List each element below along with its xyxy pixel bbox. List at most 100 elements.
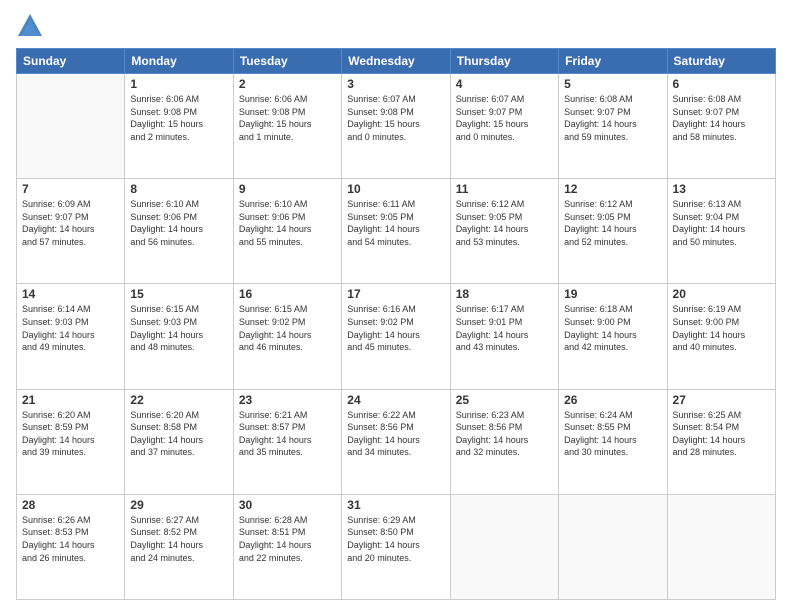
day-number: 2 (239, 77, 336, 91)
calendar-cell: 29Sunrise: 6:27 AM Sunset: 8:52 PM Dayli… (125, 494, 233, 599)
calendar-cell: 1 Sunrise: 6:06 AM Sunset: 9:08 PM Daylig… (125, 74, 233, 179)
calendar-cell: 2 Sunrise: 6:06 AM Sunset: 9:08 PM Daylig… (233, 74, 341, 179)
day-number: 3 (347, 77, 444, 91)
calendar-cell: 9 Sunrise: 6:10 AM Sunset: 9:06 PM Daylig… (233, 179, 341, 284)
calendar-cell: 24 Sunrise: 6:22 AM Sunset: 8:56 PM Dayli… (342, 389, 450, 494)
calendar-table: SundayMondayTuesdayWednesdayThursdayFrid… (16, 48, 776, 600)
col-header-tuesday: Tuesday (233, 49, 341, 74)
week-row-1: 1 Sunrise: 6:06 AM Sunset: 9:08 PM Daylig… (17, 74, 776, 179)
calendar-cell: 16Sunrise: 6:15 AM Sunset: 9:02 PM Dayli… (233, 284, 341, 389)
day-info: Sunrise: 6:09 AM Sunset: 9:07 PM Dayligh… (22, 198, 119, 248)
day-info: Sunrise: 6:26 AM Sunset: 8:53 PM Dayligh… (22, 514, 119, 564)
day-number: 18 (456, 287, 553, 301)
calendar-cell (450, 494, 558, 599)
calendar-cell (559, 494, 667, 599)
day-number: 25 (456, 393, 553, 407)
calendar-cell: 3 Sunrise: 6:07 AM Sunset: 9:08 PM Daylig… (342, 74, 450, 179)
day-info: Sunrise: 6:07 AM Sunset: 9:07 PM Dayligh… (456, 93, 553, 143)
calendar-cell: 23Sunrise: 6:21 AM Sunset: 8:57 PM Dayli… (233, 389, 341, 494)
col-header-friday: Friday (559, 49, 667, 74)
calendar-cell: 26Sunrise: 6:24 AM Sunset: 8:55 PM Dayli… (559, 389, 667, 494)
week-row-3: 14 Sunrise: 6:14 AM Sunset: 9:03 PM Dayli… (17, 284, 776, 389)
day-info: Sunrise: 6:15 AM Sunset: 9:03 PM Dayligh… (130, 303, 227, 353)
calendar-cell: 5 Sunrise: 6:08 AM Sunset: 9:07 PM Daylig… (559, 74, 667, 179)
day-info: Sunrise: 6:10 AM Sunset: 9:06 PM Dayligh… (239, 198, 336, 248)
calendar-cell: 12 Sunrise: 6:12 AM Sunset: 9:05 PM Dayli… (559, 179, 667, 284)
logo (16, 12, 48, 40)
day-number: 12 (564, 182, 661, 196)
day-info: Sunrise: 6:11 AM Sunset: 9:05 PM Dayligh… (347, 198, 444, 248)
day-info: Sunrise: 6:25 AM Sunset: 8:54 PM Dayligh… (673, 409, 770, 459)
day-info: Sunrise: 6:14 AM Sunset: 9:03 PM Dayligh… (22, 303, 119, 353)
day-number: 24 (347, 393, 444, 407)
day-number: 11 (456, 182, 553, 196)
calendar-page: SundayMondayTuesdayWednesdayThursdayFrid… (0, 0, 792, 612)
col-header-thursday: Thursday (450, 49, 558, 74)
day-number: 16 (239, 287, 336, 301)
day-number: 22 (130, 393, 227, 407)
day-number: 17 (347, 287, 444, 301)
col-header-saturday: Saturday (667, 49, 775, 74)
calendar-cell: 4 Sunrise: 6:07 AM Sunset: 9:07 PM Daylig… (450, 74, 558, 179)
calendar-cell: 6 Sunrise: 6:08 AM Sunset: 9:07 PM Daylig… (667, 74, 775, 179)
day-number: 14 (22, 287, 119, 301)
calendar-cell: 18 Sunrise: 6:17 AM Sunset: 9:01 PM Dayli… (450, 284, 558, 389)
calendar-cell: 30Sunrise: 6:28 AM Sunset: 8:51 PM Dayli… (233, 494, 341, 599)
day-number: 8 (130, 182, 227, 196)
day-info: Sunrise: 6:23 AM Sunset: 8:56 PM Dayligh… (456, 409, 553, 459)
calendar-cell: 21 Sunrise: 6:20 AM Sunset: 8:59 PM Dayli… (17, 389, 125, 494)
day-number: 31 (347, 498, 444, 512)
calendar-cell: 10Sunrise: 6:11 AM Sunset: 9:05 PM Dayli… (342, 179, 450, 284)
calendar-cell: 27 Sunrise: 6:25 AM Sunset: 8:54 PM Dayli… (667, 389, 775, 494)
week-row-4: 21 Sunrise: 6:20 AM Sunset: 8:59 PM Dayli… (17, 389, 776, 494)
day-info: Sunrise: 6:19 AM Sunset: 9:00 PM Dayligh… (673, 303, 770, 353)
day-number: 13 (673, 182, 770, 196)
calendar-cell: 14 Sunrise: 6:14 AM Sunset: 9:03 PM Dayli… (17, 284, 125, 389)
day-number: 20 (673, 287, 770, 301)
day-info: Sunrise: 6:06 AM Sunset: 9:08 PM Dayligh… (239, 93, 336, 143)
day-info: Sunrise: 6:12 AM Sunset: 9:05 PM Dayligh… (456, 198, 553, 248)
day-info: Sunrise: 6:27 AM Sunset: 8:52 PM Dayligh… (130, 514, 227, 564)
day-number: 5 (564, 77, 661, 91)
day-info: Sunrise: 6:22 AM Sunset: 8:56 PM Dayligh… (347, 409, 444, 459)
day-number: 1 (130, 77, 227, 91)
day-number: 21 (22, 393, 119, 407)
day-info: Sunrise: 6:17 AM Sunset: 9:01 PM Dayligh… (456, 303, 553, 353)
day-info: Sunrise: 6:08 AM Sunset: 9:07 PM Dayligh… (564, 93, 661, 143)
logo-icon (16, 12, 44, 40)
calendar-cell: 8 Sunrise: 6:10 AM Sunset: 9:06 PM Daylig… (125, 179, 233, 284)
day-info: Sunrise: 6:16 AM Sunset: 9:02 PM Dayligh… (347, 303, 444, 353)
calendar-cell: 31Sunrise: 6:29 AM Sunset: 8:50 PM Dayli… (342, 494, 450, 599)
calendar-cell (17, 74, 125, 179)
day-number: 15 (130, 287, 227, 301)
day-info: Sunrise: 6:10 AM Sunset: 9:06 PM Dayligh… (130, 198, 227, 248)
day-info: Sunrise: 6:07 AM Sunset: 9:08 PM Dayligh… (347, 93, 444, 143)
header (16, 12, 776, 40)
calendar-cell: 20 Sunrise: 6:19 AM Sunset: 9:00 PM Dayli… (667, 284, 775, 389)
day-info: Sunrise: 6:20 AM Sunset: 8:58 PM Dayligh… (130, 409, 227, 459)
day-info: Sunrise: 6:13 AM Sunset: 9:04 PM Dayligh… (673, 198, 770, 248)
calendar-cell: 19 Sunrise: 6:18 AM Sunset: 9:00 PM Dayli… (559, 284, 667, 389)
col-header-monday: Monday (125, 49, 233, 74)
day-info: Sunrise: 6:21 AM Sunset: 8:57 PM Dayligh… (239, 409, 336, 459)
calendar-cell: 28Sunrise: 6:26 AM Sunset: 8:53 PM Dayli… (17, 494, 125, 599)
calendar-cell: 15 Sunrise: 6:15 AM Sunset: 9:03 PM Dayli… (125, 284, 233, 389)
day-number: 19 (564, 287, 661, 301)
calendar-cell: 7 Sunrise: 6:09 AM Sunset: 9:07 PM Daylig… (17, 179, 125, 284)
calendar-cell: 22 Sunrise: 6:20 AM Sunset: 8:58 PM Dayli… (125, 389, 233, 494)
day-number: 30 (239, 498, 336, 512)
day-info: Sunrise: 6:12 AM Sunset: 9:05 PM Dayligh… (564, 198, 661, 248)
day-number: 9 (239, 182, 336, 196)
calendar-cell: 17 Sunrise: 6:16 AM Sunset: 9:02 PM Dayli… (342, 284, 450, 389)
day-info: Sunrise: 6:20 AM Sunset: 8:59 PM Dayligh… (22, 409, 119, 459)
day-number: 7 (22, 182, 119, 196)
day-info: Sunrise: 6:08 AM Sunset: 9:07 PM Dayligh… (673, 93, 770, 143)
day-number: 27 (673, 393, 770, 407)
day-info: Sunrise: 6:24 AM Sunset: 8:55 PM Dayligh… (564, 409, 661, 459)
day-info: Sunrise: 6:18 AM Sunset: 9:00 PM Dayligh… (564, 303, 661, 353)
day-number: 6 (673, 77, 770, 91)
day-number: 4 (456, 77, 553, 91)
header-row: SundayMondayTuesdayWednesdayThursdayFrid… (17, 49, 776, 74)
day-info: Sunrise: 6:06 AM Sunset: 9:08 PM Dayligh… (130, 93, 227, 143)
calendar-cell: 11 Sunrise: 6:12 AM Sunset: 9:05 PM Dayli… (450, 179, 558, 284)
